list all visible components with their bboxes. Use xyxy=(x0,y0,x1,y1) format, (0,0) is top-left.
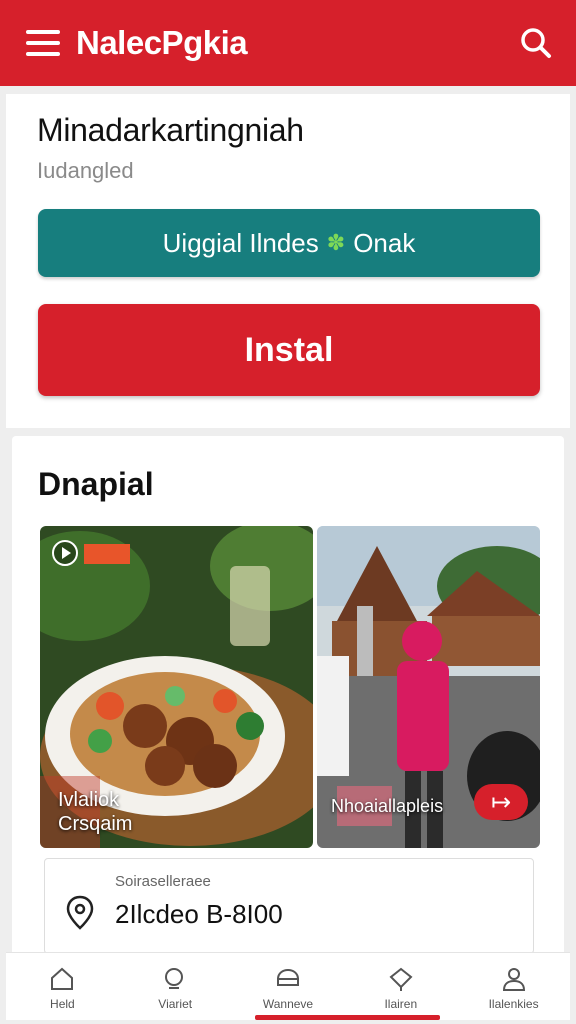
place-title: Minadarkartingniah xyxy=(37,112,304,148)
nav-label-search: Viariet xyxy=(158,997,193,1011)
nav-item-search[interactable]: Viariet xyxy=(119,953,232,1020)
play-badge-icon xyxy=(52,540,78,566)
section-card: Dnapial Ivlaliok Crsqaim Nhoaiallapleis … xyxy=(12,436,564,956)
search-icon xyxy=(165,968,184,989)
info-value: 2Ilcdeo B-8I00 xyxy=(115,899,283,929)
nav-label-profile: Ilalenkies xyxy=(488,997,539,1011)
flag-badge-icon xyxy=(84,544,130,564)
nav-item-chat[interactable]: Ilairen xyxy=(344,953,457,1020)
teal-button-label: Uiggial Ilndes xyxy=(162,227,319,258)
chat-icon xyxy=(389,967,413,991)
profile-icon xyxy=(502,968,525,991)
temple-tile-caption: Nhoaiallapleis xyxy=(331,796,444,816)
place-subtitle: Iudangled xyxy=(37,158,134,183)
info-box[interactable]: Soiraselleraee 2Ilcdeo B-8I00 xyxy=(44,858,534,954)
hamburger-menu-icon[interactable] xyxy=(26,30,60,56)
nav-label-home: Held xyxy=(50,997,75,1011)
teal-action-button[interactable]: Uiggial Ilndes ✽ Onak xyxy=(38,209,540,277)
food-tile-caption-line1: Ivlaliok xyxy=(58,789,120,811)
food-tile[interactable]: Ivlaliok Crsqaim xyxy=(40,526,313,848)
nav-item-home[interactable]: Held xyxy=(6,953,119,1020)
nav-label-bag: Wanneve xyxy=(262,997,314,1011)
food-tile-caption-line2: Crsqaim xyxy=(58,813,133,835)
location-pin-icon xyxy=(66,895,94,930)
teal-button-label-suffix: Onak xyxy=(353,227,416,258)
app-title: NalecPgkia xyxy=(76,24,248,61)
section-title: Dnapial xyxy=(38,466,154,502)
bottom-nav: Held Viariet Wanneve Ilairen Ilalenkies xyxy=(6,952,570,1020)
header-card: Minadarkartingniah Iudangled Uiggial Iln… xyxy=(6,94,570,428)
install-button[interactable]: Instal xyxy=(38,304,540,396)
search-icon[interactable] xyxy=(518,25,554,61)
nav-active-indicator xyxy=(255,1015,440,1020)
temple-tile[interactable]: Nhoaiallapleis ↦ xyxy=(317,526,540,848)
food-tile-caption: Ivlaliok Crsqaim xyxy=(58,788,132,836)
app-bar: NalecPgkia xyxy=(0,0,576,86)
leaf-icon: ✽ xyxy=(326,230,346,255)
arrow-right-icon[interactable]: ↦ xyxy=(474,784,528,820)
home-icon xyxy=(51,967,74,990)
info-label: Soiraselleraee xyxy=(115,873,211,890)
nav-item-profile[interactable]: Ilalenkies xyxy=(457,953,570,1020)
nav-item-bag[interactable]: Wanneve xyxy=(232,953,345,1020)
nav-label-chat: Ilairen xyxy=(384,997,418,1011)
bag-icon xyxy=(276,968,299,986)
